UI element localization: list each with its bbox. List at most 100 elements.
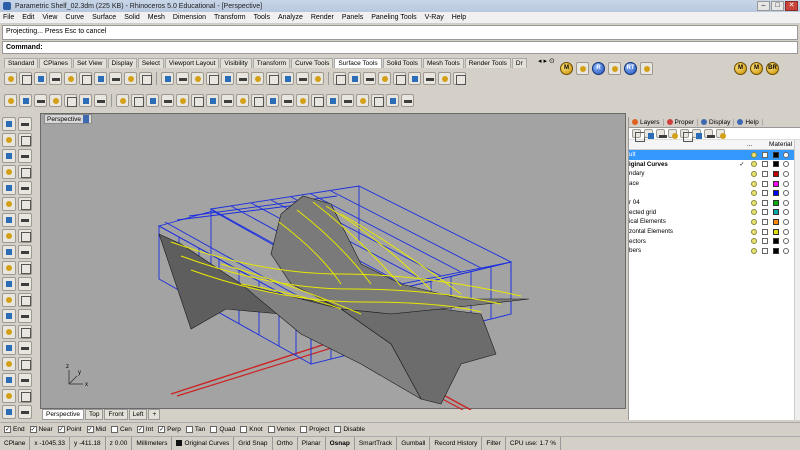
- visibility-bulb-icon[interactable]: [751, 199, 757, 206]
- status-osnap-button[interactable]: Osnap: [326, 436, 355, 450]
- render-tool-m-icon[interactable]: M: [734, 61, 747, 75]
- command-input[interactable]: [45, 42, 797, 53]
- offset-curve-icon[interactable]: [341, 93, 354, 107]
- surface-from-edges-icon[interactable]: [19, 71, 32, 85]
- fillet-surface-icon[interactable]: [161, 71, 174, 85]
- render-settings-icon[interactable]: [34, 93, 47, 107]
- layer-color-swatch[interactable]: [773, 190, 779, 197]
- menu-paneling-tools[interactable]: Paneling Tools: [371, 14, 416, 21]
- tab-scroll-arrows[interactable]: ◂ ▸ ⊙: [538, 57, 555, 65]
- layer-color-swatch[interactable]: [773, 199, 779, 206]
- viewport-title[interactable]: Perspective: [44, 114, 92, 124]
- osnap-mid-checkbox[interactable]: ✓: [86, 425, 94, 433]
- extrude-curve-icon[interactable]: [49, 71, 62, 85]
- lock-icon[interactable]: [762, 199, 768, 206]
- point-icon[interactable]: [18, 117, 32, 131]
- menu-dimension[interactable]: Dimension: [173, 14, 206, 21]
- control-points-icon[interactable]: [18, 373, 32, 387]
- layer-row[interactable]: bers: [629, 246, 800, 256]
- environment-icon[interactable]: [79, 93, 92, 107]
- lock-icon[interactable]: [762, 228, 768, 235]
- tab-display[interactable]: Display: [107, 58, 137, 68]
- dup-border-icon[interactable]: [296, 93, 309, 107]
- join-icon[interactable]: [18, 261, 32, 275]
- blend-curve-icon[interactable]: [326, 93, 339, 107]
- status-planar-button[interactable]: Planar: [298, 436, 326, 450]
- osnap-vertex[interactable]: Vertex: [267, 425, 295, 433]
- osnap-int[interactable]: ✓ Int: [136, 425, 153, 433]
- surface-from-points-icon[interactable]: [4, 71, 17, 85]
- layer-color-swatch[interactable]: [773, 151, 779, 158]
- isocurve-icon[interactable]: [311, 93, 324, 107]
- visibility-bulb-icon[interactable]: [751, 161, 757, 168]
- trim-icon[interactable]: [18, 245, 32, 259]
- split-icon[interactable]: [2, 261, 16, 275]
- fit-surface-icon[interactable]: [333, 71, 346, 85]
- material-icon[interactable]: [94, 93, 107, 107]
- sphere-icon[interactable]: [2, 213, 16, 227]
- osnap-disable[interactable]: Disable: [334, 425, 365, 433]
- lock-icon[interactable]: [762, 238, 768, 245]
- pull-icon[interactable]: [221, 93, 234, 107]
- material-icon[interactable]: [783, 190, 789, 197]
- render-tool-r-icon[interactable]: R: [592, 61, 605, 75]
- tab-standard[interactable]: Standard: [4, 58, 39, 68]
- menu-tools[interactable]: Tools: [254, 14, 270, 21]
- pipe-icon[interactable]: [356, 93, 369, 107]
- move-up-icon[interactable]: [668, 129, 678, 139]
- material-icon[interactable]: [783, 238, 789, 245]
- menu-edit[interactable]: Edit: [22, 14, 34, 21]
- menu-v-ray[interactable]: V-Ray: [425, 14, 444, 21]
- trim-icon[interactable]: [266, 71, 279, 85]
- osnap-perp-checkbox[interactable]: ✓: [158, 425, 166, 433]
- mirror-icon[interactable]: [161, 93, 174, 107]
- render-option-icon[interactable]: [608, 61, 621, 75]
- layer-color-swatch[interactable]: [773, 209, 779, 216]
- array-icon[interactable]: [2, 309, 16, 323]
- osnap-quad[interactable]: Quad: [210, 425, 235, 433]
- render-sphere-icon[interactable]: [4, 93, 17, 107]
- osnap-int-checkbox[interactable]: ✓: [136, 425, 144, 433]
- layer-color-swatch[interactable]: [773, 228, 779, 235]
- warning-icon[interactable]: [64, 93, 77, 107]
- viewport-menu-icon[interactable]: [82, 115, 89, 123]
- extrude-icon[interactable]: [18, 229, 32, 243]
- visibility-bulb-icon[interactable]: [751, 190, 757, 197]
- hatch-icon[interactable]: [18, 325, 32, 339]
- text-icon[interactable]: [2, 325, 16, 339]
- osnap-end-checkbox[interactable]: ✓: [4, 425, 11, 433]
- menu-render[interactable]: Render: [311, 14, 334, 21]
- layer-tools-icon[interactable]: [704, 129, 715, 138]
- material-icon[interactable]: [783, 199, 789, 206]
- tab-render-tools[interactable]: Render Tools: [464, 58, 511, 68]
- extend-surface-icon[interactable]: [251, 71, 264, 85]
- visibility-bulb-icon[interactable]: [751, 209, 757, 216]
- layer-row[interactable]: [629, 188, 800, 198]
- sweep-1-rail-icon[interactable]: [94, 71, 107, 85]
- layer-row[interactable]: ult: [629, 150, 800, 160]
- project-icon[interactable]: [206, 93, 219, 107]
- circle-icon[interactable]: [2, 149, 16, 163]
- network-surface-icon[interactable]: [124, 71, 137, 85]
- free-curve-icon[interactable]: [18, 181, 32, 195]
- menu-view[interactable]: View: [42, 14, 57, 21]
- curve-icon[interactable]: [18, 133, 32, 147]
- menu-surface[interactable]: Surface: [92, 14, 116, 21]
- render-tool-br-icon[interactable]: BR: [766, 61, 779, 75]
- visibility-bulb-icon[interactable]: [751, 180, 757, 187]
- chamfer-surface-icon[interactable]: [176, 71, 189, 85]
- tab-transform[interactable]: Transform: [252, 58, 291, 68]
- layer-color-swatch[interactable]: [773, 238, 779, 245]
- osnap-project-checkbox[interactable]: [300, 425, 308, 433]
- cap-icon[interactable]: [371, 93, 384, 107]
- lock-icon[interactable]: [762, 161, 768, 168]
- group-icon[interactable]: [2, 277, 16, 291]
- status-grid-snap-button[interactable]: Grid Snap: [234, 436, 273, 450]
- material-icon[interactable]: [783, 218, 789, 225]
- help-icon[interactable]: [716, 129, 726, 139]
- layer-row[interactable]: iginal Curves ✓: [629, 160, 800, 170]
- ellipse-icon[interactable]: [2, 165, 16, 179]
- refit-trim-icon[interactable]: [378, 71, 391, 85]
- merge-surface-icon[interactable]: [236, 71, 249, 85]
- osnap-tan-checkbox[interactable]: [185, 425, 193, 433]
